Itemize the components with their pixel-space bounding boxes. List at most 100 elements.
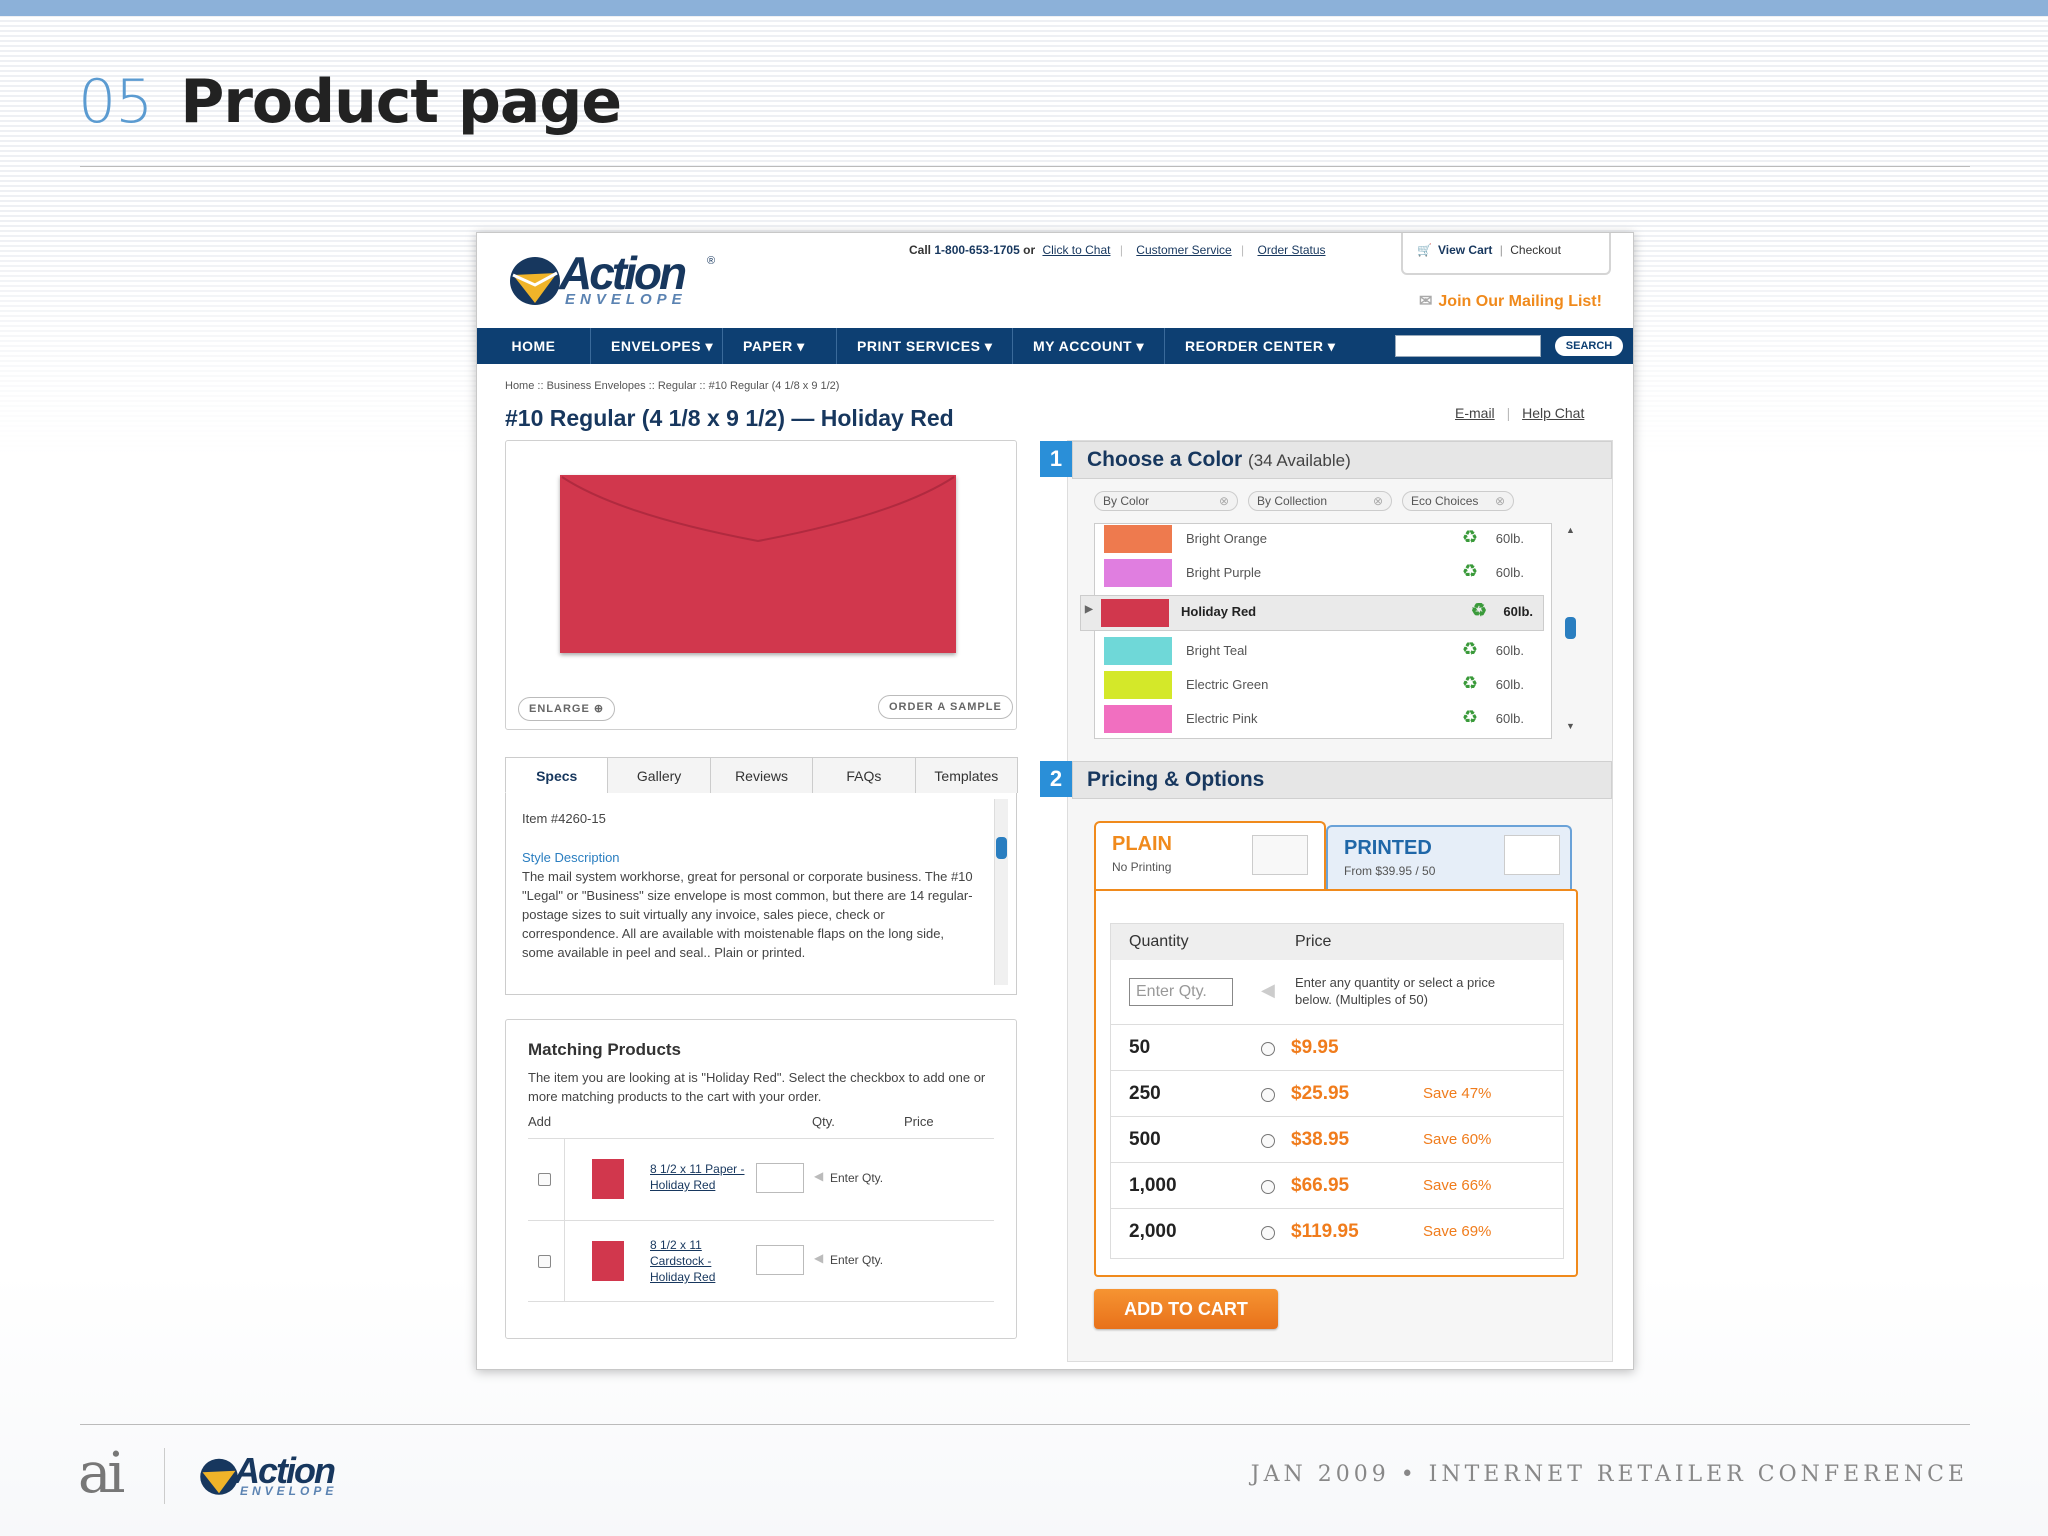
color-list-scrollbar[interactable]: ▲ ▼ <box>1564 525 1578 737</box>
column-divider <box>564 1138 565 1302</box>
qty-input[interactable] <box>756 1245 804 1275</box>
search-input[interactable] <box>1395 335 1541 357</box>
registered-mark: ® <box>707 255 716 267</box>
color-option-holiday-red[interactable]: ▶ Holiday Red ♻ 60lb. <box>1080 595 1544 631</box>
color-option-electric-green[interactable]: Electric Green ♻ 60lb. <box>1104 669 1534 703</box>
view-cart-link[interactable]: View Cart <box>1438 243 1492 257</box>
add-checkbox[interactable] <box>538 1173 551 1186</box>
plain-envelope-thumbnail <box>1252 835 1308 875</box>
color-swatch <box>1104 559 1172 587</box>
choose-color-title: Choose a Color <box>1087 448 1243 471</box>
checkout-link[interactable]: Checkout <box>1510 243 1561 257</box>
color-weight: 60lb. <box>1495 643 1524 658</box>
color-option-bright-orange[interactable]: Bright Orange ♻ 60lb. <box>1104 523 1534 557</box>
color-option-bright-purple[interactable]: Bright Purple ♻ 60lb. <box>1104 557 1534 591</box>
help-chat-link[interactable]: Help Chat <box>1522 405 1584 421</box>
tab-specs[interactable]: Specs <box>505 757 609 793</box>
action-envelope-logo[interactable]: Action ENVELOPE ® <box>507 247 715 317</box>
color-weight: 60lb. <box>1495 711 1524 726</box>
qty-input[interactable] <box>756 1163 804 1193</box>
price-row[interactable]: 50 $9.95 <box>1111 1024 1563 1070</box>
order-status-link[interactable]: Order Status <box>1257 243 1325 257</box>
color-option-electric-pink[interactable]: Electric Pink ♻ 60lb. <box>1104 703 1534 737</box>
filter-by-collection[interactable]: By Collection ⊗ <box>1248 491 1392 511</box>
nav-envelopes[interactable]: ENVELOPES ▾ <box>591 328 723 364</box>
add-checkbox[interactable] <box>538 1255 551 1268</box>
nav-paper[interactable]: PAPER ▾ <box>723 328 837 364</box>
envelope-icon: ✉ <box>1419 293 1433 310</box>
color-weight: 60lb. <box>1503 604 1533 619</box>
add-to-cart-button[interactable]: ADD TO CART <box>1094 1289 1278 1329</box>
price-row[interactable]: 2,000 $119.95 Save 69% <box>1111 1208 1563 1254</box>
scroll-thumb[interactable] <box>1565 617 1576 639</box>
price-radio[interactable] <box>1261 1042 1275 1056</box>
pricing-table-header: Quantity Price <box>1111 924 1563 960</box>
color-swatch <box>1104 525 1172 553</box>
color-weight: 60lb. <box>1495 565 1524 580</box>
envelope-image[interactable] <box>560 475 956 653</box>
arrow-left-icon: ◀ <box>814 1251 824 1265</box>
price-savings: Save 60% <box>1423 1131 1492 1148</box>
color-option-bright-teal[interactable]: Bright Teal ♻ 60lb. <box>1104 635 1534 669</box>
slide-top-band <box>0 0 2048 16</box>
tab-reviews[interactable]: Reviews <box>709 757 814 793</box>
price-amount: $25.95 <box>1291 1083 1350 1104</box>
price-radio[interactable] <box>1261 1180 1275 1194</box>
filter-by-color[interactable]: By Color ⊗ <box>1094 491 1238 511</box>
nav-reorder-center[interactable]: REORDER CENTER ▾ <box>1165 328 1355 364</box>
product-swatch <box>592 1241 624 1281</box>
footer-caption: JAN 2009 • INTERNET RETAILER CONFERENCE <box>1250 1462 1968 1487</box>
tab-faqs[interactable]: FAQs <box>812 757 916 793</box>
tab-gallery[interactable]: Gallery <box>607 757 711 793</box>
scroll-down-icon[interactable]: ▼ <box>1566 721 1575 731</box>
cart-box: 🛒 View Cart | Checkout <box>1401 233 1611 275</box>
price-qty: 50 <box>1129 1037 1151 1058</box>
product-page-screenshot: Action ENVELOPE ® Call 1-800-653-1705 or… <box>476 232 1634 1370</box>
price-row[interactable]: 1,000 $66.95 Save 66% <box>1111 1162 1563 1208</box>
color-name: Holiday Red <box>1181 604 1257 619</box>
price-radio[interactable] <box>1261 1134 1275 1148</box>
nav-print-services[interactable]: PRINT SERVICES ▾ <box>837 328 1013 364</box>
enlarge-button[interactable]: ENLARGE ⊕ <box>518 697 616 721</box>
step-1-badge: 1 <box>1040 441 1072 477</box>
tab-templates[interactable]: Templates <box>914 757 1019 793</box>
join-mailing-list[interactable]: ✉ Join Our Mailing List! <box>1419 291 1602 311</box>
printed-option-tab[interactable]: PRINTED From $39.95 / 50 <box>1326 825 1572 889</box>
filter-eco-choices[interactable]: Eco Choices ⊗ <box>1402 491 1514 511</box>
click-to-chat-link[interactable]: Click to Chat <box>1042 243 1110 257</box>
matching-row: 8 1/2 x 11 Cardstock - Holiday Red ◀ Ent… <box>528 1220 994 1302</box>
price-radio[interactable] <box>1261 1088 1275 1102</box>
specs-scrollbar[interactable] <box>994 799 1008 985</box>
enlarge-label: ENLARGE <box>529 703 590 715</box>
price-row[interactable]: 500 $38.95 Save 60% <box>1111 1116 1563 1162</box>
price-amount: $38.95 <box>1291 1129 1350 1150</box>
recycle-icon: ♻ <box>1461 673 1478 693</box>
close-icon: ⊗ <box>1494 494 1505 508</box>
nav-home[interactable]: HOME <box>477 328 591 364</box>
search-button[interactable]: SEARCH <box>1555 336 1623 356</box>
pricing-table-panel: Quantity Price Enter Qty. ◀ Enter any qu… <box>1094 889 1578 1277</box>
matching-product-link[interactable]: 8 1/2 x 11 Cardstock - Holiday Red <box>650 1237 730 1285</box>
order-sample-button[interactable]: ORDER A SAMPLE <box>878 695 1013 719</box>
price-row[interactable]: 250 $25.95 Save 47% <box>1111 1070 1563 1116</box>
price-radio[interactable] <box>1261 1226 1275 1240</box>
cart-icon[interactable]: 🛒 <box>1417 243 1432 257</box>
quantity-hint: Enter any quantity or select a price bel… <box>1295 975 1496 1007</box>
product-image-panel: ENLARGE ⊕ ORDER A SAMPLE <box>505 440 1017 730</box>
nav-my-account[interactable]: MY ACCOUNT ▾ <box>1013 328 1165 364</box>
col-qty: Qty. <box>812 1114 835 1129</box>
matching-product-link[interactable]: 8 1/2 x 11 Paper - Holiday Red <box>650 1161 760 1193</box>
footer-action-envelope-logo: Action ENVELOPE <box>198 1448 368 1504</box>
specs-panel: Item #4260-15 Style Description The mail… <box>505 793 1017 995</box>
quantity-input[interactable]: Enter Qty. <box>1129 978 1233 1006</box>
selected-arrow-icon: ▶ <box>1085 604 1093 615</box>
plain-option-tab[interactable]: PLAIN No Printing <box>1094 821 1326 891</box>
color-name: Bright Teal <box>1186 643 1248 658</box>
email-link[interactable]: E-mail <box>1455 405 1495 421</box>
arrow-left-icon: ◀ <box>814 1169 824 1183</box>
scroll-thumb[interactable] <box>996 837 1007 859</box>
plus-icon: ⊕ <box>593 703 605 715</box>
customer-service-link[interactable]: Customer Service <box>1136 243 1231 257</box>
scroll-up-icon[interactable]: ▲ <box>1566 525 1575 535</box>
breadcrumb[interactable]: Home :: Business Envelopes :: Regular ::… <box>505 380 839 392</box>
